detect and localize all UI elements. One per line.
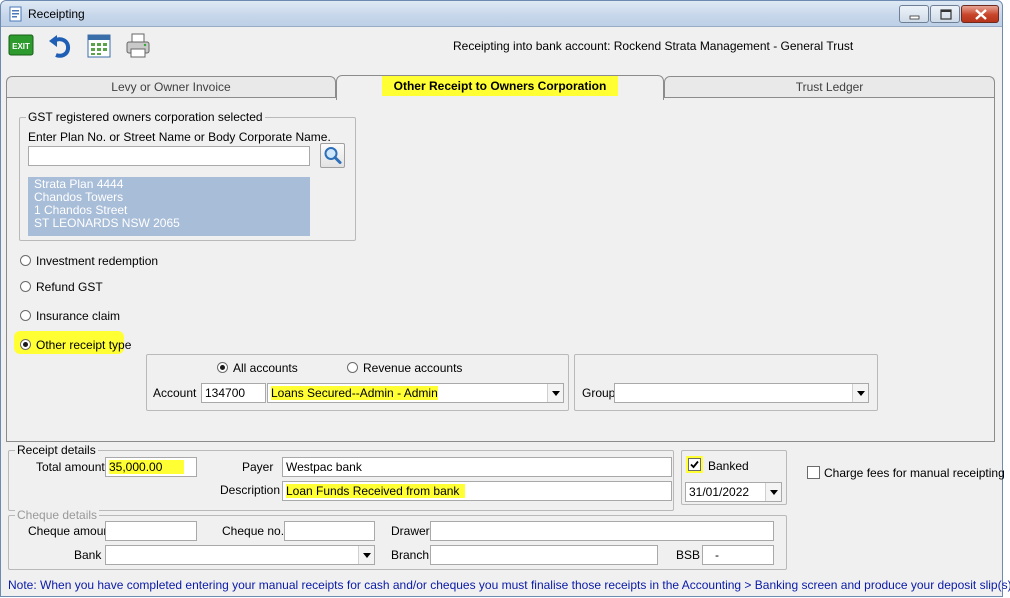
refund-gst-label: Refund GST — [36, 280, 103, 294]
receipting-window: Receipting EXIT Receipting into bank acc… — [0, 0, 1010, 597]
close-button[interactable] — [961, 5, 999, 23]
drawer-label: Drawer — [391, 524, 430, 538]
account-name-select[interactable]: Loans Secured--Admin - Admin — [267, 383, 564, 403]
insurance-claim-label: Insurance claim — [36, 309, 121, 323]
window-title: Receipting — [28, 7, 85, 21]
all-accounts-label: All accounts — [233, 361, 298, 375]
exit-button[interactable]: EXIT — [7, 31, 37, 59]
receipt-details-legend: Receipt details — [15, 443, 98, 457]
description-input[interactable]: Loan Funds Received from bank — [282, 481, 672, 501]
search-button[interactable] — [320, 143, 345, 168]
bsb-input[interactable]: - — [702, 545, 774, 565]
payer-label: Payer — [242, 460, 274, 474]
maximize-button[interactable] — [930, 5, 960, 23]
refund-gst-radio[interactable] — [20, 281, 31, 292]
all-accounts-radio[interactable] — [217, 362, 228, 373]
cheque-no-input[interactable] — [284, 521, 375, 541]
title-bar: Receipting — [1, 1, 1002, 27]
printer-icon — [126, 33, 150, 58]
bsb-label: BSB — [676, 548, 701, 562]
account-name-value: Loans Secured--Admin - Admin — [271, 386, 438, 400]
banking-note: Note: When you have completed entering y… — [8, 578, 1010, 592]
spreadsheet-icon — [87, 34, 111, 58]
description-value: Loan Funds Received from bank — [286, 484, 466, 498]
insurance-claim-radio[interactable] — [20, 310, 31, 321]
tab-label: Levy or Owner Invoice — [111, 80, 231, 94]
cheque-details-legend: Cheque details — [15, 508, 100, 522]
charge-fees-checkbox[interactable] — [807, 466, 820, 479]
revenue-accounts-label: Revenue accounts — [363, 361, 463, 375]
branch-label: Branch — [391, 548, 430, 562]
investment-redemption-label: Investment redemption — [36, 254, 159, 268]
description-label: Description — [220, 483, 281, 497]
chevron-down-icon — [358, 546, 374, 564]
other-receipt-radio[interactable] — [20, 339, 31, 350]
other-receipt-label: Other receipt type — [36, 338, 132, 352]
banked-checkbox[interactable] — [688, 458, 701, 471]
banked-date-picker[interactable]: 31/01/2022 — [685, 482, 782, 502]
total-amount-value: 35,000.00 — [109, 460, 185, 474]
cheque-amount-label: Cheque amount — [28, 524, 114, 538]
selected-address: Strata Plan 4444 Chandos Towers 1 Chando… — [28, 177, 310, 236]
app-icon — [8, 6, 24, 22]
tab-trust-ledger[interactable]: Trust Ledger — [664, 76, 995, 98]
plan-search-input[interactable] — [28, 146, 310, 166]
minimize-button[interactable] — [899, 5, 929, 23]
tab-other-receipt[interactable]: Other Receipt to Owners Corporation — [336, 75, 664, 100]
undo-button[interactable] — [45, 31, 75, 59]
chevron-down-icon — [547, 384, 563, 402]
charge-fees-label: Charge fees for manual receipting — [824, 466, 1005, 480]
calculator-button[interactable] — [84, 31, 114, 59]
investment-redemption-radio[interactable] — [20, 255, 31, 266]
cheque-no-label: Cheque no. — [222, 524, 285, 538]
payer-input[interactable]: Westpac bank — [282, 457, 672, 477]
total-amount-label: Total amount — [36, 460, 105, 474]
search-icon — [324, 147, 342, 164]
total-amount-input[interactable]: 35,000.00 — [105, 457, 197, 477]
drawer-input[interactable] — [430, 521, 774, 541]
branch-input[interactable] — [430, 545, 658, 565]
exit-label: EXIT — [12, 42, 30, 51]
undo-icon — [49, 35, 71, 58]
bank-account-text: Receipting into bank account: Rockend St… — [453, 39, 854, 53]
address-line: ST LEONARDS NSW 2065 — [34, 216, 180, 230]
group-select[interactable] — [614, 383, 869, 403]
bank-label: Bank — [74, 548, 102, 562]
chevron-down-icon — [852, 384, 868, 402]
banked-date-value: 31/01/2022 — [689, 485, 750, 499]
print-button[interactable] — [123, 31, 153, 59]
checkmark-icon — [690, 460, 699, 469]
banked-label: Banked — [708, 459, 749, 473]
tab-levy-owner-invoice[interactable]: Levy or Owner Invoice — [6, 76, 336, 98]
search-label: Enter Plan No. or Street Name or Body Co… — [28, 130, 331, 144]
tab-label: Trust Ledger — [795, 80, 864, 94]
bank-select[interactable] — [105, 545, 375, 565]
revenue-accounts-radio[interactable] — [347, 362, 358, 373]
group-label: Group — [582, 386, 616, 400]
tab-label: Other Receipt to Owners Corporation — [381, 76, 619, 96]
gst-group-legend: GST registered owners corporation select… — [26, 110, 265, 124]
account-label: Account — [153, 386, 197, 400]
chevron-down-icon — [765, 483, 781, 501]
account-code-input[interactable]: 134700 — [201, 383, 266, 403]
cheque-amount-input[interactable] — [105, 521, 197, 541]
